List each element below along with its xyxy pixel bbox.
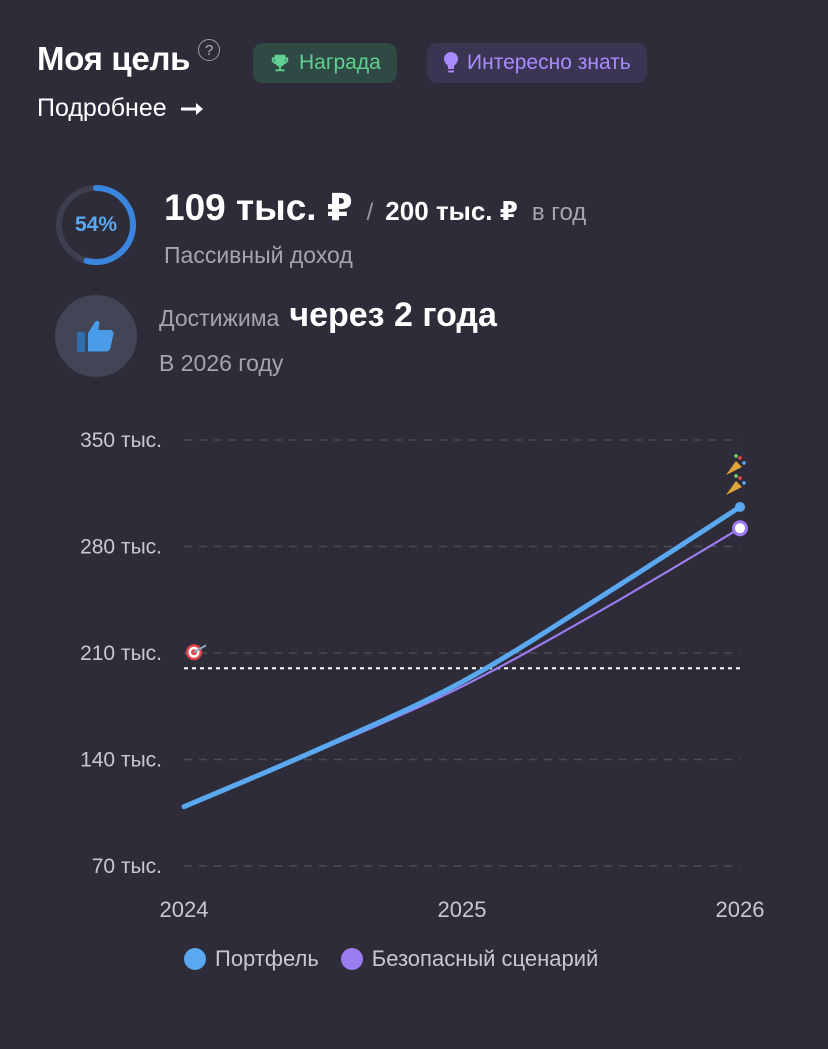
confetti [734, 454, 738, 458]
confetti [742, 461, 746, 465]
series-end-point-portfolio [735, 501, 745, 512]
y-tick-label: 280 тыс. [80, 536, 162, 559]
confetti [742, 481, 746, 485]
popper-cone [726, 460, 742, 475]
y-tick-label: 70 тыс. [92, 855, 162, 878]
y-tick-label: 210 тыс. [80, 642, 162, 665]
legend-item-portfolio[interactable]: Портфель [184, 946, 319, 972]
party-popper-icon [726, 474, 746, 495]
legend-label-portfolio: Портфель [215, 946, 319, 971]
series-line-portfolio [181, 504, 743, 810]
series-end-point-safe [732, 520, 748, 537]
target-icon [186, 644, 207, 661]
x-tick-label: 2025 [438, 897, 487, 922]
y-tick-label: 140 тыс. [80, 749, 162, 772]
legend-dot-portfolio [184, 948, 206, 970]
confetti [738, 476, 742, 480]
legend-item-safe[interactable]: Безопасный сценарий [340, 946, 599, 972]
x-tick-label: 2024 [160, 897, 209, 922]
y-tick-label: 350 тыс. [80, 429, 162, 452]
growth-chart: 70 тыс. 140 тыс. 210 тыс. 280 тыс. 350 тыс. 2… [80, 429, 765, 922]
popper-cone [726, 480, 742, 495]
legend-label-safe: Безопасный сценарий [371, 946, 599, 971]
confetti [738, 456, 742, 460]
legend-dot-safe [340, 948, 363, 970]
party-popper-icon [726, 454, 746, 475]
chart-legend: Портфель Безопасный сценарий [184, 946, 620, 972]
x-tick-label: 2026 [716, 897, 765, 922]
confetti [734, 474, 738, 478]
